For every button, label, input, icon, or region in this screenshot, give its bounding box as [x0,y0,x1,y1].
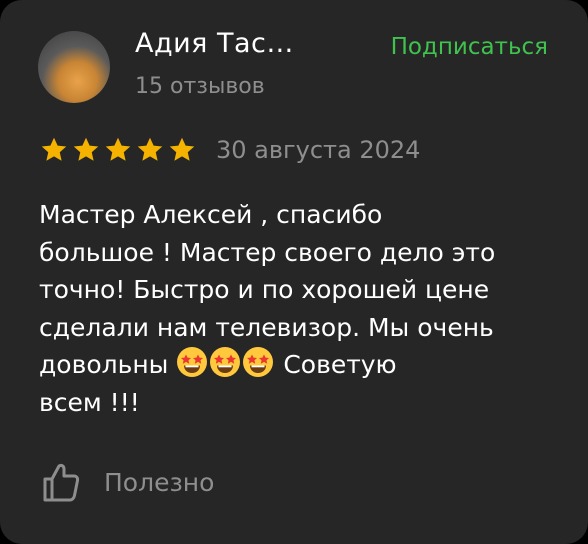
helpful-label: Полезно [104,467,215,497]
star-struck-emoji-icon [177,347,208,377]
author-reviews-count: 15 отзывов [135,74,265,99]
star-icon [137,137,163,161]
helpful-button[interactable]: Полезно [40,460,214,504]
review-line: Мастер Алексей , спасибо [39,200,383,229]
star-icon [73,137,99,161]
review-line-part: Советую [283,350,397,379]
star-struck-emoji-icon [210,347,241,377]
review-text: Мастер Алексей , спасибо большое ! Масте… [39,196,559,421]
review-line: большое ! Мастер своего дело это [39,237,496,267]
review-line: всем !!! [39,387,140,417]
review-card: Адия Тас… 15 отзывов Подписаться 30 авгу… [0,0,588,544]
review-line-part: довольны [39,350,169,379]
review-date: 30 августа 2024 [216,136,421,164]
avatar[interactable] [38,31,110,103]
rating-stars [39,135,197,165]
star-icon [169,137,195,161]
review-line: сделали нам телевизор. Мы очень [39,312,494,342]
review-line: точно! Быстро и по хорошей цене [39,275,490,304]
author-name[interactable]: Адия Тас… [135,28,294,59]
thumbs-up-icon [43,463,80,502]
star-struck-emoji-icon [243,347,274,377]
star-icon [41,137,67,161]
subscribe-button[interactable]: Подписаться [391,34,548,60]
star-icon [105,137,131,161]
review-line: довольны Советую [39,346,559,384]
